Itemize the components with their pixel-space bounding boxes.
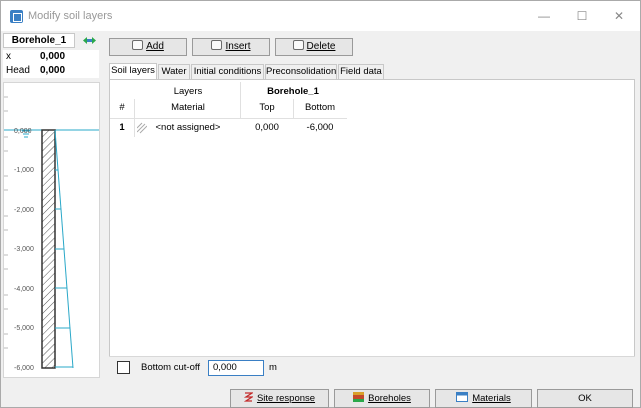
head-row: Head 0,000 (3, 64, 99, 78)
table-row[interactable]: 1 <not assigned> 0,000 -6,000 (110, 120, 347, 136)
add-button[interactable]: Add (109, 38, 187, 56)
insert-label: Insert (225, 41, 251, 52)
tab-water[interactable]: Water (158, 64, 190, 79)
bottom-cutoff-label: Bottom cut-off (141, 362, 200, 373)
col-header-material: Material (171, 102, 205, 113)
site-response-button[interactable]: Site response (230, 389, 329, 408)
borehole-name[interactable]: Borehole_1 (3, 33, 75, 48)
title-bar: Modify soil layers — ☐ ✕ (1, 1, 640, 31)
bottom-cutoff-bar: Bottom cut-off 0,000 m (109, 356, 635, 379)
row-num: 1 (119, 122, 125, 133)
axis-tick-label: -2,000 (14, 207, 34, 214)
bottom-cutoff-input[interactable]: 0,000 (208, 360, 264, 376)
materials-button[interactable]: Materials (435, 389, 532, 408)
close-button[interactable]: ✕ (609, 7, 629, 25)
col-header-bottom: Bottom (304, 102, 336, 113)
ok-button[interactable]: OK (537, 389, 633, 408)
row-top[interactable]: 0,000 (241, 121, 293, 135)
axis-tick-label: -4,000 (14, 286, 34, 293)
x-value[interactable]: 0,000 (40, 51, 65, 62)
tab-preconsolidation[interactable]: Preconsolidation (265, 64, 337, 79)
window-title: Modify soil layers (28, 10, 113, 22)
materials-icon (456, 392, 469, 402)
borehole-preview: 0,000 -1,000 -2,000 -3,000 -4,000 -5,000… (3, 82, 100, 378)
materials-label: Materials (472, 393, 511, 404)
add-label: Add (146, 41, 164, 52)
boreholes-label: Boreholes (368, 393, 411, 404)
borehole-preview-svg: 0,000 -1,000 -2,000 -3,000 -4,000 -5,000… (4, 96, 99, 372)
insert-button[interactable]: Insert (192, 38, 270, 56)
add-layer-icon (132, 40, 144, 50)
delete-button[interactable]: Delete (275, 38, 353, 56)
axis-tick-label: -5,000 (14, 325, 34, 332)
axis-tick-label: -6,000 (14, 365, 34, 372)
axis-tick-label: 0,000 (14, 128, 32, 135)
modify-soil-layers-window: Modify soil layers — ☐ ✕ Borehole_1 x 0,… (0, 0, 641, 408)
tab-soil-layers[interactable]: Soil layers (109, 63, 157, 80)
row-bottom[interactable]: -6,000 (294, 121, 346, 135)
row-material[interactable]: <not assigned> (136, 121, 240, 135)
group-header-layers: Layers (173, 86, 203, 97)
swap-arrows-icon[interactable] (81, 33, 98, 48)
site-response-label: Site response (256, 393, 316, 404)
minimize-button[interactable]: — (534, 7, 554, 25)
axis-tick-label: -1,000 (14, 167, 34, 174)
bottom-cutoff-checkbox[interactable] (117, 361, 130, 374)
col-header-top: Top (259, 102, 275, 113)
soil-layers-panel: Layers Borehole_1 # Material Top Bottom … (109, 79, 635, 379)
maximize-button[interactable]: ☐ (572, 7, 592, 25)
boreholes-icon (353, 392, 365, 402)
tab-field-data[interactable]: Field data (338, 64, 384, 79)
x-row: x 0,000 (3, 50, 99, 64)
borehole-header: Borehole_1 (3, 33, 99, 49)
delete-label: Delete (306, 41, 336, 52)
bottom-cutoff-unit: m (269, 362, 277, 373)
x-label: x (6, 51, 11, 62)
delete-layer-icon (292, 40, 304, 50)
site-response-icon (243, 392, 255, 402)
tab-initial-conditions[interactable]: Initial conditions (191, 64, 264, 79)
head-label: Head (6, 65, 30, 76)
axis-tick-label: -3,000 (14, 246, 34, 253)
group-header-borehole: Borehole_1 (267, 86, 319, 97)
insert-layer-icon (211, 40, 223, 50)
app-icon (10, 10, 23, 23)
head-value[interactable]: 0,000 (40, 65, 65, 76)
boreholes-button[interactable]: Boreholes (334, 389, 430, 408)
col-header-num: # (119, 102, 125, 113)
